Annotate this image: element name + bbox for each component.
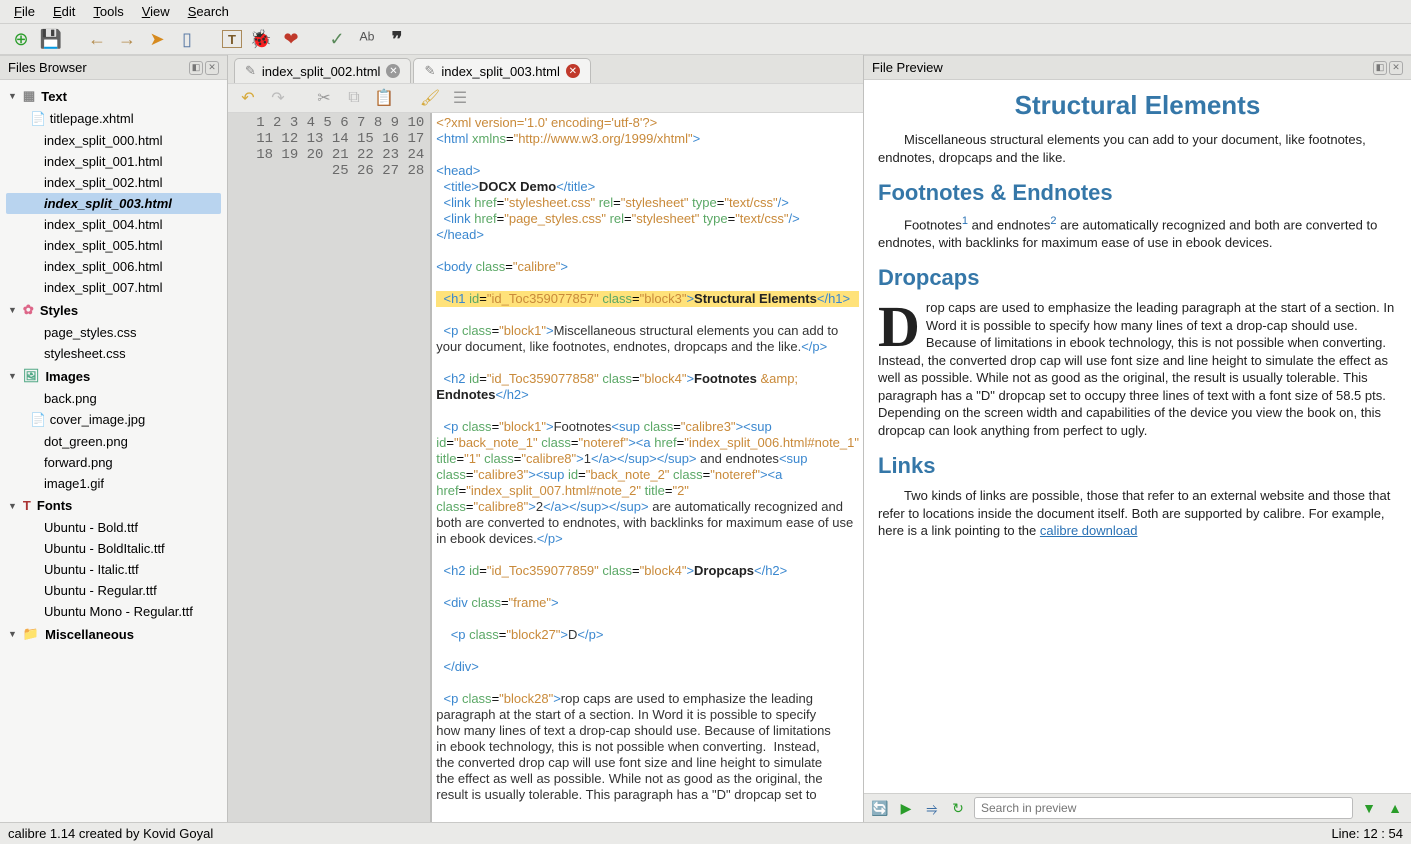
file-item[interactable]: 📄 titlepage.xhtml [0, 108, 227, 130]
undo-icon[interactable]: ↶ [238, 88, 258, 108]
search-next-icon[interactable]: ▼ [1359, 798, 1379, 818]
paste-icon[interactable]: 📋 [374, 88, 394, 108]
back-icon[interactable]: ← [86, 28, 108, 50]
file-item[interactable]: index_split_005.html [0, 235, 227, 256]
file-item[interactable]: Ubuntu - BoldItalic.ttf [0, 538, 227, 559]
new-file-icon[interactable]: ⊕ [10, 28, 32, 50]
file-item[interactable]: index_split_000.html [0, 130, 227, 151]
preview-intro: Miscellaneous structural elements you ca… [878, 131, 1397, 166]
dropcap: D [878, 299, 926, 351]
menu-search[interactable]: Search [180, 2, 237, 21]
undock-icon[interactable]: ◧ [1373, 61, 1387, 75]
calibre-download-link[interactable]: calibre download [1040, 523, 1138, 538]
heart-icon[interactable]: ❤ [280, 28, 302, 50]
status-right: Line: 12 : 54 [1331, 826, 1403, 841]
category-fonts[interactable]: ▼TFonts [0, 494, 227, 517]
file-item[interactable]: Ubuntu - Italic.ttf [0, 559, 227, 580]
statusbar: calibre 1.14 created by Kovid Goyal Line… [0, 822, 1411, 844]
split-icon[interactable]: ⥤ [922, 798, 942, 818]
file-item[interactable]: 📄 cover_image.jpg [0, 409, 227, 431]
file-preview-title: File Preview [872, 60, 943, 75]
undock-icon[interactable]: ◧ [189, 61, 203, 75]
file-item[interactable]: index_split_004.html [0, 214, 227, 235]
file-item[interactable]: Ubuntu - Bold.ttf [0, 517, 227, 538]
category-text[interactable]: ▼▦Text [0, 84, 227, 108]
preview-toolbar: 🔄 ▶ ⥤ ↻ ▼ ▲ [864, 793, 1411, 822]
toc-icon[interactable]: T [222, 30, 242, 48]
preview-search-input[interactable] [974, 797, 1353, 819]
menu-edit[interactable]: Edit [45, 2, 83, 21]
sync-icon[interactable]: 🔄 [870, 798, 890, 818]
quote-icon[interactable]: ❞ [386, 28, 408, 50]
preview-h2-links: Links [878, 451, 1397, 481]
file-item[interactable]: page_styles.css [0, 322, 227, 343]
preview-footnotes-para: Footnotes1 and endnotes2 are automatical… [878, 214, 1397, 251]
category-miscellaneous[interactable]: ▼📁Miscellaneous [0, 622, 227, 646]
main-toolbar: ⊕ 💾 ← → ➤ ▯ T 🐞 ❤ ✓ ᴬᵇ ❞ [0, 24, 1411, 55]
spell-icon[interactable]: ᴬᵇ [356, 28, 378, 50]
status-left: calibre 1.14 created by Kovid Goyal [8, 826, 213, 841]
reload-icon[interactable]: ↻ [948, 798, 968, 818]
menu-file[interactable]: File [6, 2, 43, 21]
preview-h2-dropcaps: Dropcaps [878, 263, 1397, 293]
forward-icon[interactable]: → [116, 28, 138, 50]
menubar: File Edit Tools View Search [0, 0, 1411, 24]
menu-view[interactable]: View [134, 2, 178, 21]
editor-tabs: ✎index_split_002.html✕✎index_split_003.h… [228, 55, 863, 83]
file-item[interactable]: Ubuntu - Regular.ttf [0, 580, 227, 601]
copy-icon[interactable]: ⧉ [344, 88, 364, 108]
close-panel-icon[interactable]: ✕ [205, 61, 219, 75]
search-prev-icon[interactable]: ▲ [1385, 798, 1405, 818]
file-item[interactable]: forward.png [0, 452, 227, 473]
list-icon[interactable]: ☰ [450, 88, 470, 108]
file-item[interactable]: index_split_003.html [6, 193, 221, 214]
editor-tab[interactable]: ✎index_split_003.html✕ [413, 58, 590, 83]
checkmark-icon[interactable]: ✓ [326, 28, 348, 50]
editor-tab[interactable]: ✎index_split_002.html✕ [234, 58, 411, 83]
files-browser-title: Files Browser [8, 60, 87, 75]
editor-toolbar: ↶ ↷ ✂ ⧉ 📋 🖌 ☰ [228, 83, 863, 113]
category-styles[interactable]: ▼✿Styles [0, 298, 227, 322]
file-item[interactable]: Ubuntu Mono - Regular.ttf [0, 601, 227, 622]
preview-h2-footnotes: Footnotes & Endnotes [878, 178, 1397, 208]
menu-tools[interactable]: Tools [85, 2, 131, 21]
redo-icon[interactable]: ↷ [268, 88, 288, 108]
file-item[interactable]: index_split_002.html [0, 172, 227, 193]
preview-links-para: Two kinds of links are possible, those t… [878, 487, 1397, 540]
file-item[interactable]: image1.gif [0, 473, 227, 494]
file-item[interactable]: stylesheet.css [0, 343, 227, 364]
save-icon[interactable]: 💾 [40, 28, 62, 50]
close-tab-icon[interactable]: ✕ [386, 64, 400, 78]
file-item[interactable]: index_split_001.html [0, 151, 227, 172]
file-item[interactable]: back.png [0, 388, 227, 409]
play-icon[interactable]: ▶ [896, 798, 916, 818]
editor-panel: ✎index_split_002.html✕✎index_split_003.h… [228, 55, 863, 822]
bug-icon[interactable]: 🐞 [250, 28, 272, 50]
preview-content: Structural Elements Miscellaneous struct… [864, 80, 1411, 793]
file-item[interactable]: index_split_006.html [0, 256, 227, 277]
code-editor[interactable]: 1 2 3 4 5 6 7 8 9 10 11 12 13 14 15 16 1… [228, 113, 863, 822]
preview-h1: Structural Elements [878, 88, 1397, 123]
preview-dropcaps-para: Drop caps are used to emphasize the lead… [878, 299, 1397, 439]
close-panel-icon[interactable]: ✕ [1389, 61, 1403, 75]
file-item[interactable]: dot_green.png [0, 431, 227, 452]
brush-icon[interactable]: 🖌 [420, 88, 440, 108]
files-browser-panel: Files Browser ◧✕ ▼▦Text📄 titlepage.xhtml… [0, 55, 228, 822]
file-preview-panel: File Preview ◧✕ Structural Elements Misc… [863, 55, 1411, 822]
close-tab-icon[interactable]: ✕ [566, 64, 580, 78]
cut-icon[interactable]: ✂ [314, 88, 334, 108]
device-icon[interactable]: ▯ [176, 28, 198, 50]
category-images[interactable]: ▼🖼Images [0, 364, 227, 388]
pointer-icon[interactable]: ➤ [146, 28, 168, 50]
file-item[interactable]: index_split_007.html [0, 277, 227, 298]
